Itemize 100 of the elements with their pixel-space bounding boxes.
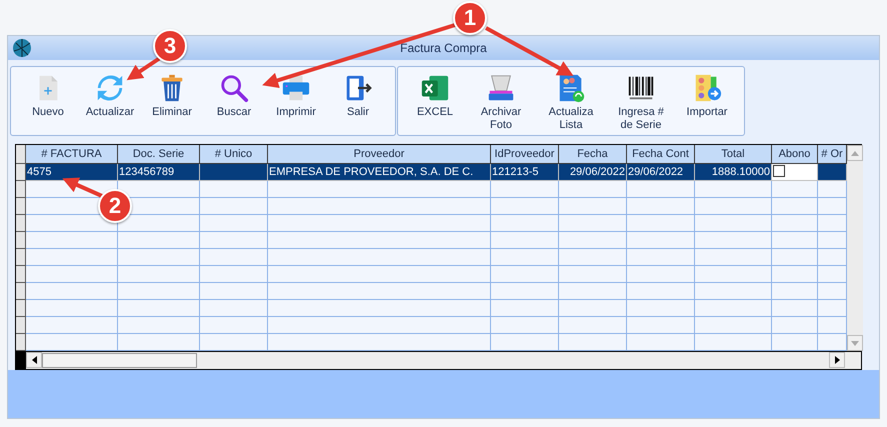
- annotation-marker: 1: [453, 1, 487, 35]
- table-cell: [627, 266, 695, 283]
- row-header[interactable]: [16, 164, 26, 181]
- scrollbar-thumb[interactable]: [42, 353, 197, 368]
- toolbar-button[interactable]: Actualiza Lista: [538, 73, 604, 132]
- table-cell: [627, 232, 695, 249]
- magnifier-icon: [219, 73, 249, 103]
- table-cell: [627, 249, 695, 266]
- table-cell: [491, 266, 559, 283]
- table-cell: [772, 198, 818, 215]
- table-cell: [200, 300, 268, 317]
- table-cell: 1888.10000: [695, 164, 772, 181]
- toolbar-button[interactable]: Importar: [678, 73, 736, 119]
- table-cell: 29/06/2022: [559, 164, 627, 181]
- scroll-right-button[interactable]: [829, 352, 845, 368]
- column-header[interactable]: Total: [695, 145, 772, 164]
- table-cell: [818, 164, 847, 181]
- column-header[interactable]: IdProveedor: [491, 145, 559, 164]
- row-header[interactable]: [16, 334, 26, 351]
- column-header[interactable]: # FACTURA: [26, 145, 118, 164]
- column-header[interactable]: Fecha Cont: [627, 145, 695, 164]
- table-cell: [559, 266, 627, 283]
- table-cell: [627, 181, 695, 198]
- toolbar-button[interactable]: Eliminar: [143, 73, 201, 119]
- table-cell: [200, 232, 268, 249]
- table-cell: [627, 215, 695, 232]
- table-cell: [627, 198, 695, 215]
- column-header[interactable]: Abono: [772, 145, 818, 164]
- toolbar-button[interactable]: Actualizar: [81, 73, 139, 119]
- table-cell: [200, 164, 268, 181]
- toolbar-button[interactable]: Imprimir: [267, 73, 325, 119]
- down-triangle-icon: [851, 340, 859, 346]
- column-header[interactable]: # Unico: [200, 145, 268, 164]
- annotation-arrow: [126, 56, 162, 80]
- table-cell: [559, 300, 627, 317]
- table-cell: [200, 266, 268, 283]
- toolbar-button[interactable]: Archivar Foto: [468, 73, 534, 132]
- column-header[interactable]: Proveedor: [268, 145, 491, 164]
- toolbar-button[interactable]: Ingresa # de Serie: [608, 73, 674, 132]
- row-header[interactable]: [16, 249, 26, 266]
- table-cell: [200, 198, 268, 215]
- table-cell: [772, 181, 818, 198]
- table-cell: [200, 249, 268, 266]
- checkbox[interactable]: [773, 165, 785, 177]
- row-header[interactable]: [16, 215, 26, 232]
- table-row[interactable]: 4575 123456789 EMPRESA DE PROVEEDOR, S.A. DE C. 121213-5 29/06/2022 29/06/2022 1888.10000: [16, 164, 847, 181]
- table-cell: [491, 215, 559, 232]
- table-cell: [491, 249, 559, 266]
- table-cell: [627, 283, 695, 300]
- up-triangle-icon: [851, 150, 859, 156]
- right-triangle-icon: [834, 356, 840, 364]
- row-header[interactable]: [16, 300, 26, 317]
- table-cell: [772, 300, 818, 317]
- spreadsheet-icon: [420, 73, 450, 103]
- globe-logo-icon: [12, 38, 32, 58]
- toolbar-button[interactable]: Nuevo: [19, 73, 77, 119]
- column-header[interactable]: Doc. Serie: [118, 145, 200, 164]
- table-cell: 123456789: [118, 164, 200, 181]
- table-cell: 121213-5: [491, 164, 559, 181]
- table-cell: [200, 283, 268, 300]
- table-cell: [772, 266, 818, 283]
- scanner-icon: [486, 73, 516, 103]
- column-header[interactable]: # Or: [818, 145, 847, 164]
- column-header[interactable]: Fecha: [559, 145, 627, 164]
- table-cell: [772, 249, 818, 266]
- refresh-icon: [95, 73, 125, 103]
- toolbar-button[interactable]: Buscar: [205, 73, 263, 119]
- table-cell: [559, 198, 627, 215]
- table-cell: [491, 181, 559, 198]
- row-header[interactable]: [16, 283, 26, 300]
- row-header[interactable]: [16, 232, 26, 249]
- row-header[interactable]: [16, 266, 26, 283]
- annotation-arrow: [62, 178, 103, 198]
- table-cell: [772, 215, 818, 232]
- toolbar-button[interactable]: Salir: [329, 73, 387, 119]
- row-header: [16, 145, 26, 164]
- table-cell: [491, 317, 559, 334]
- table-cell: [559, 317, 627, 334]
- scroll-left-button[interactable]: [26, 352, 42, 368]
- window-title: Factura Compra: [400, 41, 487, 55]
- table-cell: 4575: [26, 164, 118, 181]
- table-cell: [559, 215, 627, 232]
- table-cell: EMPRESA DE PROVEEDOR, S.A. DE C.: [268, 164, 491, 181]
- row-header[interactable]: [16, 198, 26, 215]
- table-cell: [559, 283, 627, 300]
- row-header[interactable]: [16, 317, 26, 334]
- table-cell: [627, 300, 695, 317]
- toolbar-button[interactable]: EXCEL: [406, 73, 464, 119]
- table-cell: [491, 232, 559, 249]
- table-cell: [559, 249, 627, 266]
- table-cell: [559, 181, 627, 198]
- left-triangle-icon: [32, 356, 36, 364]
- row-header[interactable]: [16, 181, 26, 198]
- table-cell: [772, 232, 818, 249]
- table-cell: [772, 283, 818, 300]
- table-cell: [200, 215, 268, 232]
- table-cell: [627, 317, 695, 334]
- table-cell: 29/06/2022: [627, 164, 695, 181]
- table-cell: [491, 283, 559, 300]
- table-cell: [200, 181, 268, 198]
